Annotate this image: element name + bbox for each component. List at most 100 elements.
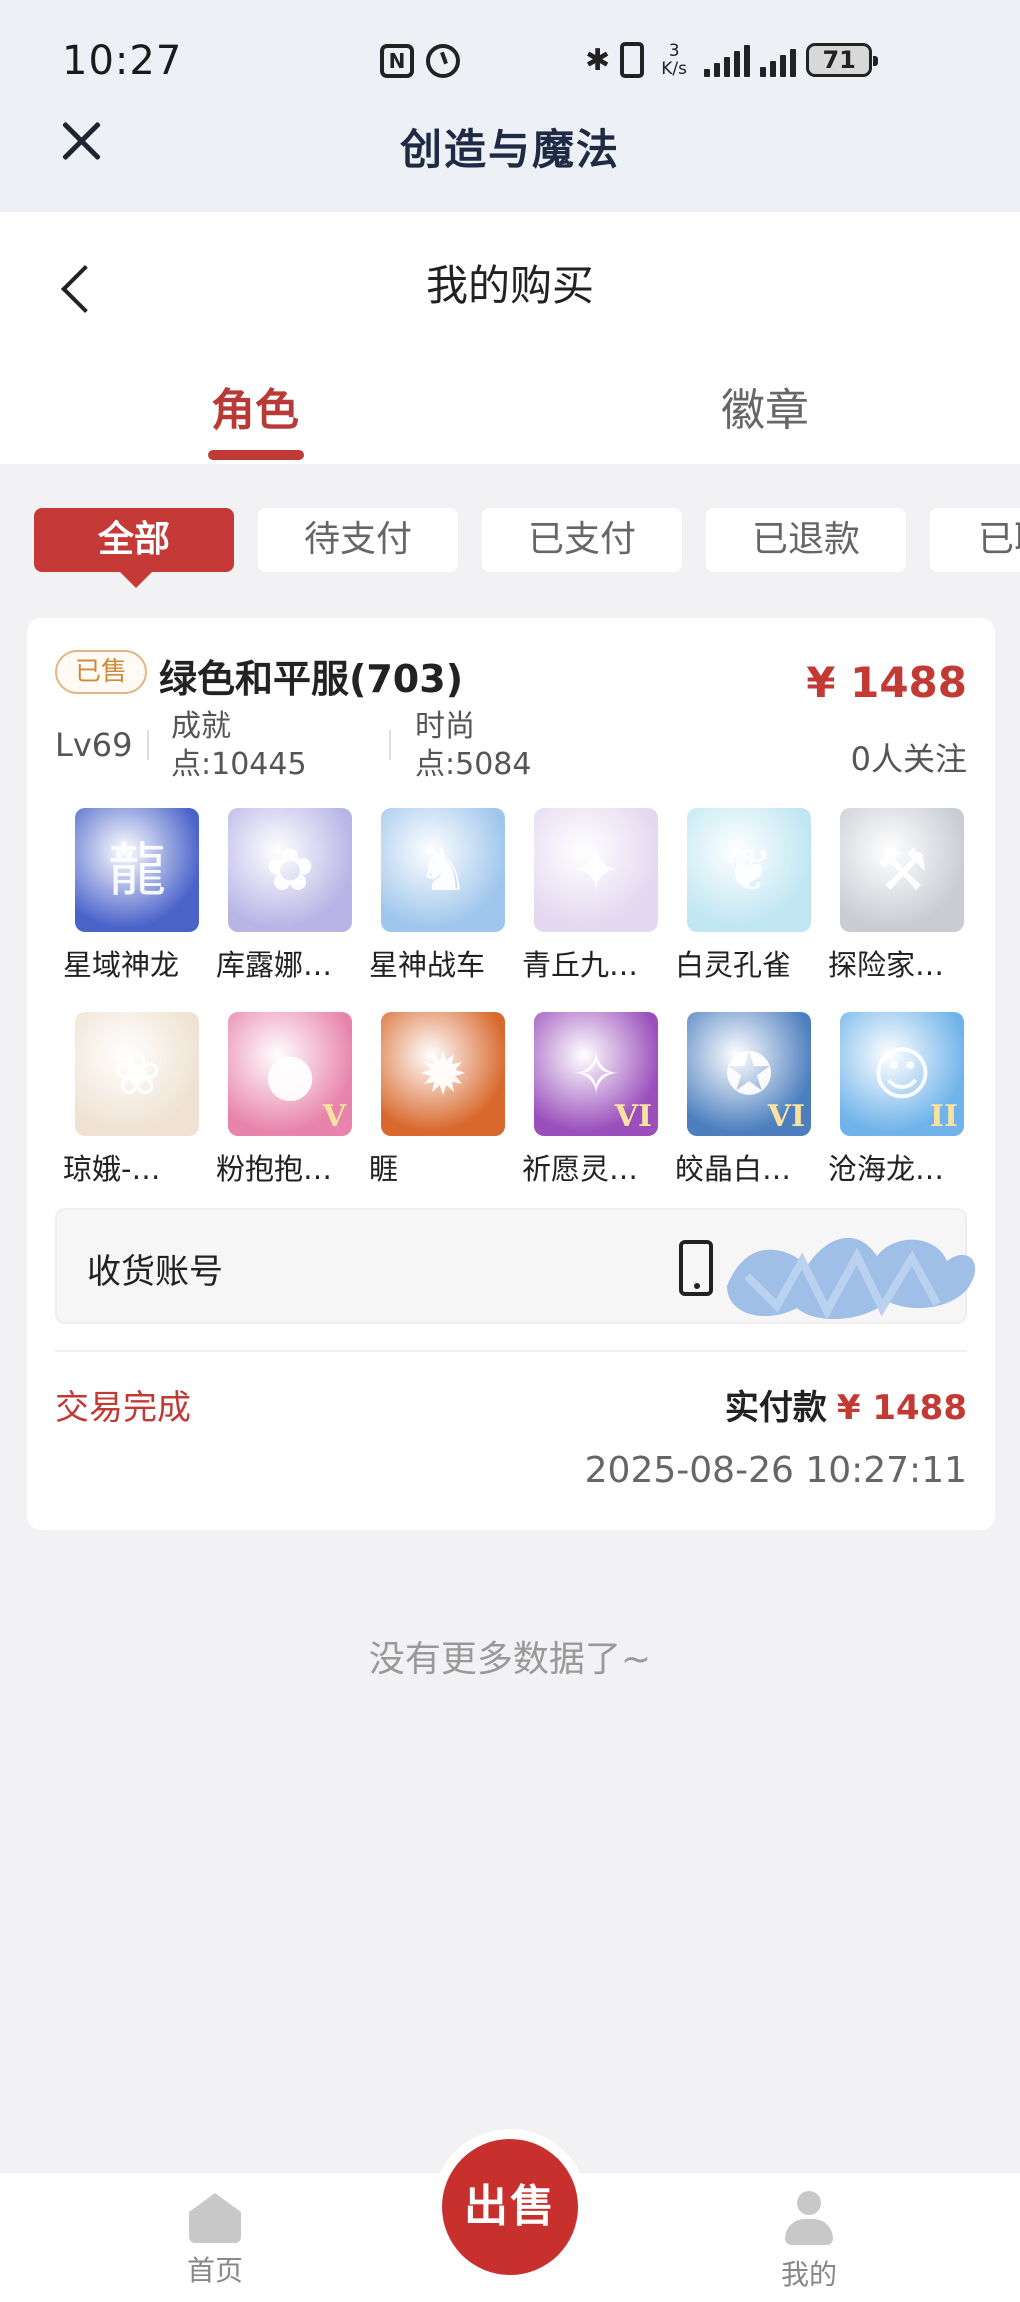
sold-badge: 已售 xyxy=(55,650,147,694)
character-thumbnail: ❦ xyxy=(687,808,811,932)
tier-badge: V xyxy=(322,1099,346,1134)
fashion-label: 时尚 xyxy=(415,709,475,744)
character-item[interactable]: 龍星域神龙 xyxy=(51,808,203,984)
character-item[interactable]: ⚒ 探险家… xyxy=(816,808,968,984)
character-thumbnail: 龍 xyxy=(75,808,199,932)
character-label: 库露娜… xyxy=(216,948,333,982)
nav-home-label: 首页 xyxy=(186,2254,243,2287)
item-price: ¥ 1488 xyxy=(806,658,967,707)
network-speed-value: 3 xyxy=(668,41,680,61)
character-label: 青丘九… xyxy=(522,948,639,982)
level: Lv69 xyxy=(55,726,133,764)
receive-account-label: 收货账号 xyxy=(87,1252,223,1292)
fashion-points: 时尚 点:5084 xyxy=(415,708,531,784)
signal-wifi-icon xyxy=(704,43,751,77)
character-item[interactable]: ❀ 琼娥-… xyxy=(51,1012,203,1188)
character-label: 祈愿灵… xyxy=(522,1152,639,1186)
network-speed: 3 K/s xyxy=(654,42,694,78)
filter-cancelled[interactable]: 已取 xyxy=(930,508,1020,572)
order-time: 2025-08-26 10:27:11 xyxy=(584,1450,967,1491)
character-item[interactable]: ✦ 青丘九… xyxy=(510,808,662,984)
card-divider xyxy=(55,1350,967,1352)
tab-badge[interactable]: 徽章 xyxy=(660,374,870,438)
redacted-account-scribble xyxy=(727,1237,976,1320)
filter-row: 全部 待支付 已支付 已退款 已取 xyxy=(0,508,1020,588)
nav-mine[interactable]: 我的 xyxy=(744,2191,874,2293)
no-more-data: 没有更多数据了~ xyxy=(368,1639,652,1680)
character-label: 睚 xyxy=(369,1152,399,1186)
character-grid: 龍星域神龙 ✿ 库露娜… ♞ 星神战车 ✦ 青丘九… ❦ 白灵孔雀 ⚒ 探险家… ❀ 琼娥-… ● V 粉抱抱… xyxy=(51,808,991,1188)
character-item[interactable]: ☺ II 沧海龙… xyxy=(816,1012,968,1188)
character-thumbnail: ✪ VI xyxy=(687,1012,811,1136)
character-thumbnail: ✧ VI xyxy=(534,1012,658,1136)
network-speed-unit: K/s xyxy=(661,59,687,79)
achievement-points: 成就 点:10445 xyxy=(171,708,307,784)
character-label: 粉抱抱… xyxy=(216,1152,333,1186)
character-thumbnail: ☺ II xyxy=(840,1012,964,1136)
character-item[interactable]: ❦ 白灵孔雀 xyxy=(663,808,815,984)
paid-row: 实付款 ¥ 1488 xyxy=(725,1380,967,1429)
character-label: 探险家… xyxy=(828,948,945,982)
nfc-icon: N xyxy=(380,44,414,78)
paid-amount: ¥ 1488 xyxy=(836,1388,967,1428)
character-item[interactable]: ✹ 睚 xyxy=(357,1012,509,1188)
character-thumbnail: ✹ xyxy=(381,1012,505,1136)
filter-all[interactable]: 全部 xyxy=(34,508,234,588)
character-thumbnail: ❀ xyxy=(75,1012,199,1136)
nav-home[interactable]: 首页 xyxy=(150,2193,280,2289)
receive-account-row[interactable]: 收货账号 xyxy=(55,1208,976,1324)
character-label: 白灵孔雀 xyxy=(675,948,792,982)
character-label: 星域神龙 xyxy=(63,948,180,982)
status-time: 10:27 xyxy=(62,38,183,84)
character-thumbnail: ✦ xyxy=(534,808,658,932)
lady-icon: ❀ xyxy=(112,1040,162,1108)
character-label: 星神战车 xyxy=(369,948,486,982)
character-item[interactable]: ♞ 星神战车 xyxy=(357,808,509,984)
page-title: 我的购买 xyxy=(425,261,594,310)
order-card[interactable]: 已售 绿色和平服(703) ¥ 1488 Lv69 成就 点:10445 时尚 … xyxy=(27,618,995,1530)
tab-role[interactable]: 角色 xyxy=(150,374,360,438)
character-label: 沧海龙… xyxy=(828,1152,945,1186)
character-thumbnail: ✿ xyxy=(228,808,352,932)
peacock-icon: ❦ xyxy=(724,836,774,904)
shovel-icon: ⚒ xyxy=(876,836,928,904)
system-header: 10:27 N ✱ 3 K/s 71 创造与魔法 xyxy=(0,0,1020,212)
item-name: 绿色和平服(703) xyxy=(159,657,464,701)
signal-cell-icon xyxy=(760,43,797,77)
character-thumbnail: ⚒ xyxy=(840,808,964,932)
battery-level: 71 xyxy=(822,46,856,74)
active-tab-indicator xyxy=(208,450,304,460)
paid-label: 实付款 xyxy=(724,1388,827,1428)
tier-badge: VI xyxy=(614,1099,652,1134)
girl-icon: ✿ xyxy=(265,836,315,904)
bottom-nav: 首页 出售 我的 xyxy=(0,2129,1020,2302)
filter-paid[interactable]: 已支付 xyxy=(482,508,682,572)
fashion-value: 点:5084 xyxy=(415,747,532,782)
battery-icon: 71 xyxy=(806,43,879,77)
user-icon xyxy=(783,2191,835,2247)
stat-divider xyxy=(389,730,391,760)
trade-status: 交易完成 xyxy=(55,1388,191,1428)
filter-pending-payment[interactable]: 待支付 xyxy=(258,508,458,572)
character-item[interactable]: ✿ 库露娜… xyxy=(204,808,356,984)
page-header: 我的购买 角色 徽章 xyxy=(0,212,1020,464)
filter-refunded[interactable]: 已退款 xyxy=(706,508,906,572)
fox-icon: ✦ xyxy=(571,836,621,904)
character-thumbnail: ● V xyxy=(228,1012,352,1136)
alarm-icon xyxy=(426,44,460,78)
miniapp-title: 创造与魔法 xyxy=(399,125,620,174)
character-label: 皎晶白… xyxy=(675,1152,792,1186)
achievement-value: 点:10445 xyxy=(171,747,307,782)
sell-button[interactable]: 出售 xyxy=(442,2139,578,2275)
status-right-icons: ✱ 3 K/s 71 xyxy=(585,42,879,78)
followers-count: 0人关注 xyxy=(850,740,967,778)
character-thumbnail: ♞ xyxy=(381,808,505,932)
dragon-icon: 龍 xyxy=(107,836,166,904)
character-item[interactable]: ✧ VI 祈愿灵… xyxy=(510,1012,662,1188)
achievement-label: 成就 xyxy=(171,709,231,744)
character-item[interactable]: ✪ VI 皎晶白… xyxy=(663,1012,815,1188)
horse-icon: ♞ xyxy=(417,836,469,904)
tier-badge: VI xyxy=(767,1099,805,1134)
character-item[interactable]: ● V 粉抱抱… xyxy=(204,1012,356,1188)
home-icon xyxy=(189,2193,241,2243)
